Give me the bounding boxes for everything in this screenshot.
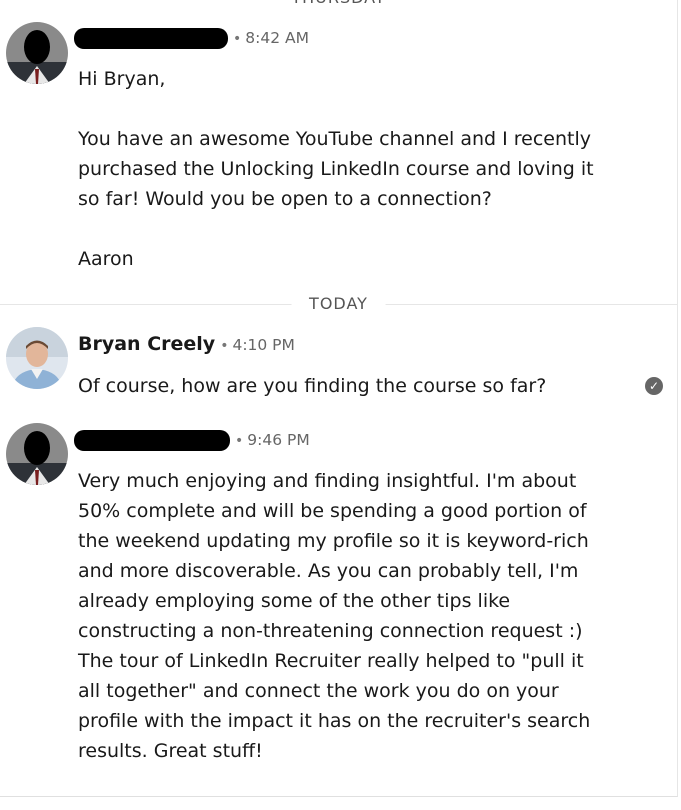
message-time: 9:46 PM (247, 431, 310, 449)
message-body-3: Very much enjoying and finding insightfu… (78, 466, 598, 766)
check-circle-icon: ✓ (645, 377, 663, 395)
avatar-bryan-creely[interactable] (6, 327, 68, 389)
message-paragraph: Aaron (78, 248, 134, 270)
redacted-sender-name (74, 28, 228, 49)
message-body-1: Hi Bryan, You have an awesome YouTube ch… (78, 64, 608, 274)
separator-dot: • (235, 433, 244, 449)
conversation-pane: THURSDAY •8:42 AM Hi Bryan, You have an … (0, 0, 678, 797)
message-paragraph: Very much enjoying and finding insightfu… (78, 470, 591, 762)
message-header-1: • 8:42 AM (74, 26, 309, 50)
message-time: 8:42 AM (245, 29, 309, 47)
avatar-sender-1[interactable] (6, 22, 68, 84)
day-divider-today: TODAY (0, 292, 677, 316)
person-silhouette-icon (6, 22, 68, 84)
day-divider-thursday: THURSDAY (0, 0, 677, 10)
day-divider-label: TODAY (291, 292, 386, 316)
message-header-2: Bryan Creely • 4:10 PM (78, 332, 295, 356)
avatar-sender-3[interactable] (6, 423, 68, 485)
separator-dot: • (233, 31, 242, 47)
person-silhouette-icon (6, 423, 68, 485)
day-divider-label: THURSDAY (273, 0, 404, 10)
profile-photo-icon (6, 327, 68, 389)
sender-name[interactable]: Bryan Creely (78, 333, 215, 355)
message-paragraph: Of course, how are you finding the cours… (78, 375, 547, 397)
message-time: 4:10 PM (232, 336, 295, 354)
separator-dot: • (220, 338, 229, 354)
message-paragraph: You have an awesome YouTube channel and … (78, 128, 594, 210)
message-body-2: Of course, how are you finding the cours… (78, 371, 608, 401)
message-header-3: • 9:46 PM (74, 428, 310, 452)
message-paragraph: Hi Bryan, (78, 68, 166, 90)
redacted-sender-name (74, 430, 230, 451)
